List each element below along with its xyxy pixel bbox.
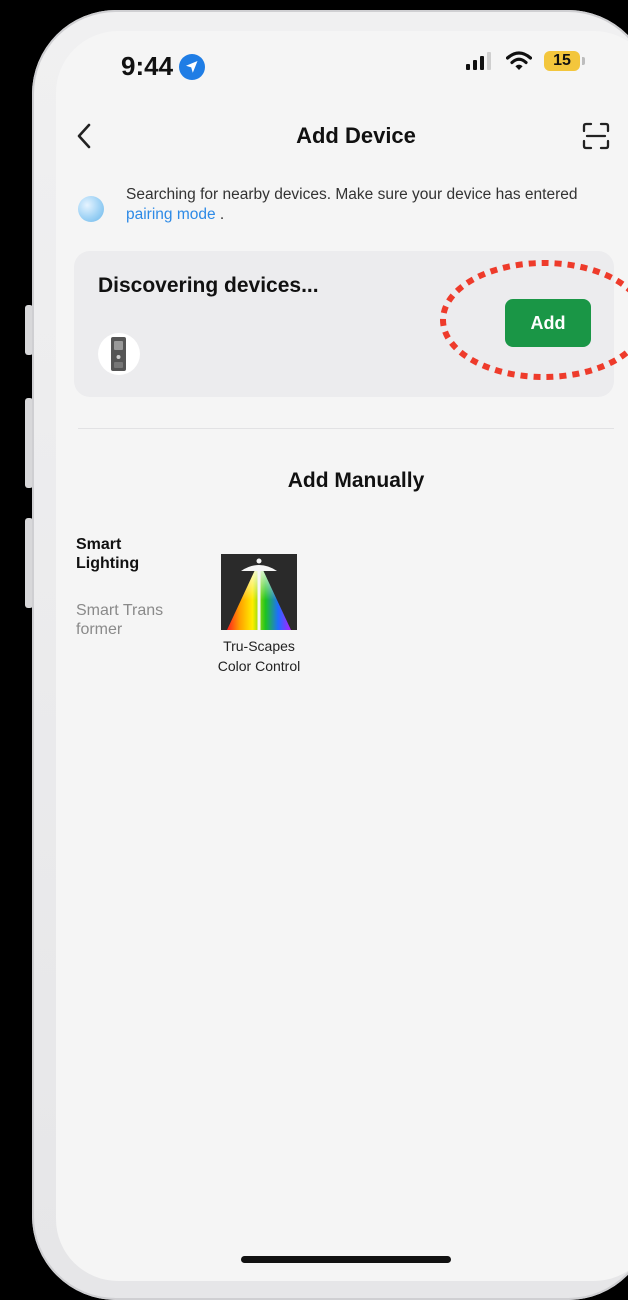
product-image — [221, 554, 297, 630]
search-hint: Searching for nearby devices. Make sure … — [78, 185, 598, 225]
wifi-icon — [506, 51, 532, 70]
battery-level: 15 — [553, 52, 571, 69]
category-smart-transformer[interactable]: Smart Transformer — [76, 601, 166, 639]
add-manually-title: Add Manually — [287, 469, 425, 492]
location-arrow-icon — [179, 53, 206, 80]
search-hint-prefix: Searching for nearby devices. Make sure … — [126, 186, 578, 203]
cellular-signal-icon — [466, 52, 491, 70]
product-tru-scapes-color-control[interactable]: Tru-Scapes Color Control — [212, 554, 306, 676]
section-divider — [78, 428, 614, 429]
home-indicator[interactable] — [241, 1256, 451, 1263]
status-time: 9:44 — [121, 51, 207, 82]
app-screen: 9:44 15 Add Device Searching for nearby … — [56, 31, 628, 1281]
rainbow-lamp-icon — [221, 554, 297, 630]
discovering-title: Discovering devices... — [98, 274, 319, 297]
product-name: Tru-Scapes Color Control — [212, 636, 306, 676]
product-name-line-1: Tru-Scapes — [223, 638, 295, 654]
product-name-line-2: Color Control — [217, 658, 301, 674]
highlight-annotation — [440, 260, 628, 380]
search-hint-suffix: . — [215, 206, 225, 223]
status-indicators: 15 — [466, 51, 585, 71]
door-device-icon — [111, 337, 126, 371]
battery-icon: 15 — [544, 51, 585, 71]
discovered-device-thumbnail — [98, 333, 140, 375]
searching-bubble-icon — [78, 196, 104, 222]
scan-icon[interactable] — [582, 122, 610, 150]
search-hint-text: Searching for nearby devices. Make sure … — [126, 185, 598, 225]
page-title: Add Device — [296, 123, 416, 148]
pairing-mode-link[interactable]: pairing mode — [126, 206, 216, 223]
category-smart-lighting[interactable]: Smart Lighting — [76, 535, 166, 573]
status-time-text: 9:44 — [121, 51, 174, 81]
